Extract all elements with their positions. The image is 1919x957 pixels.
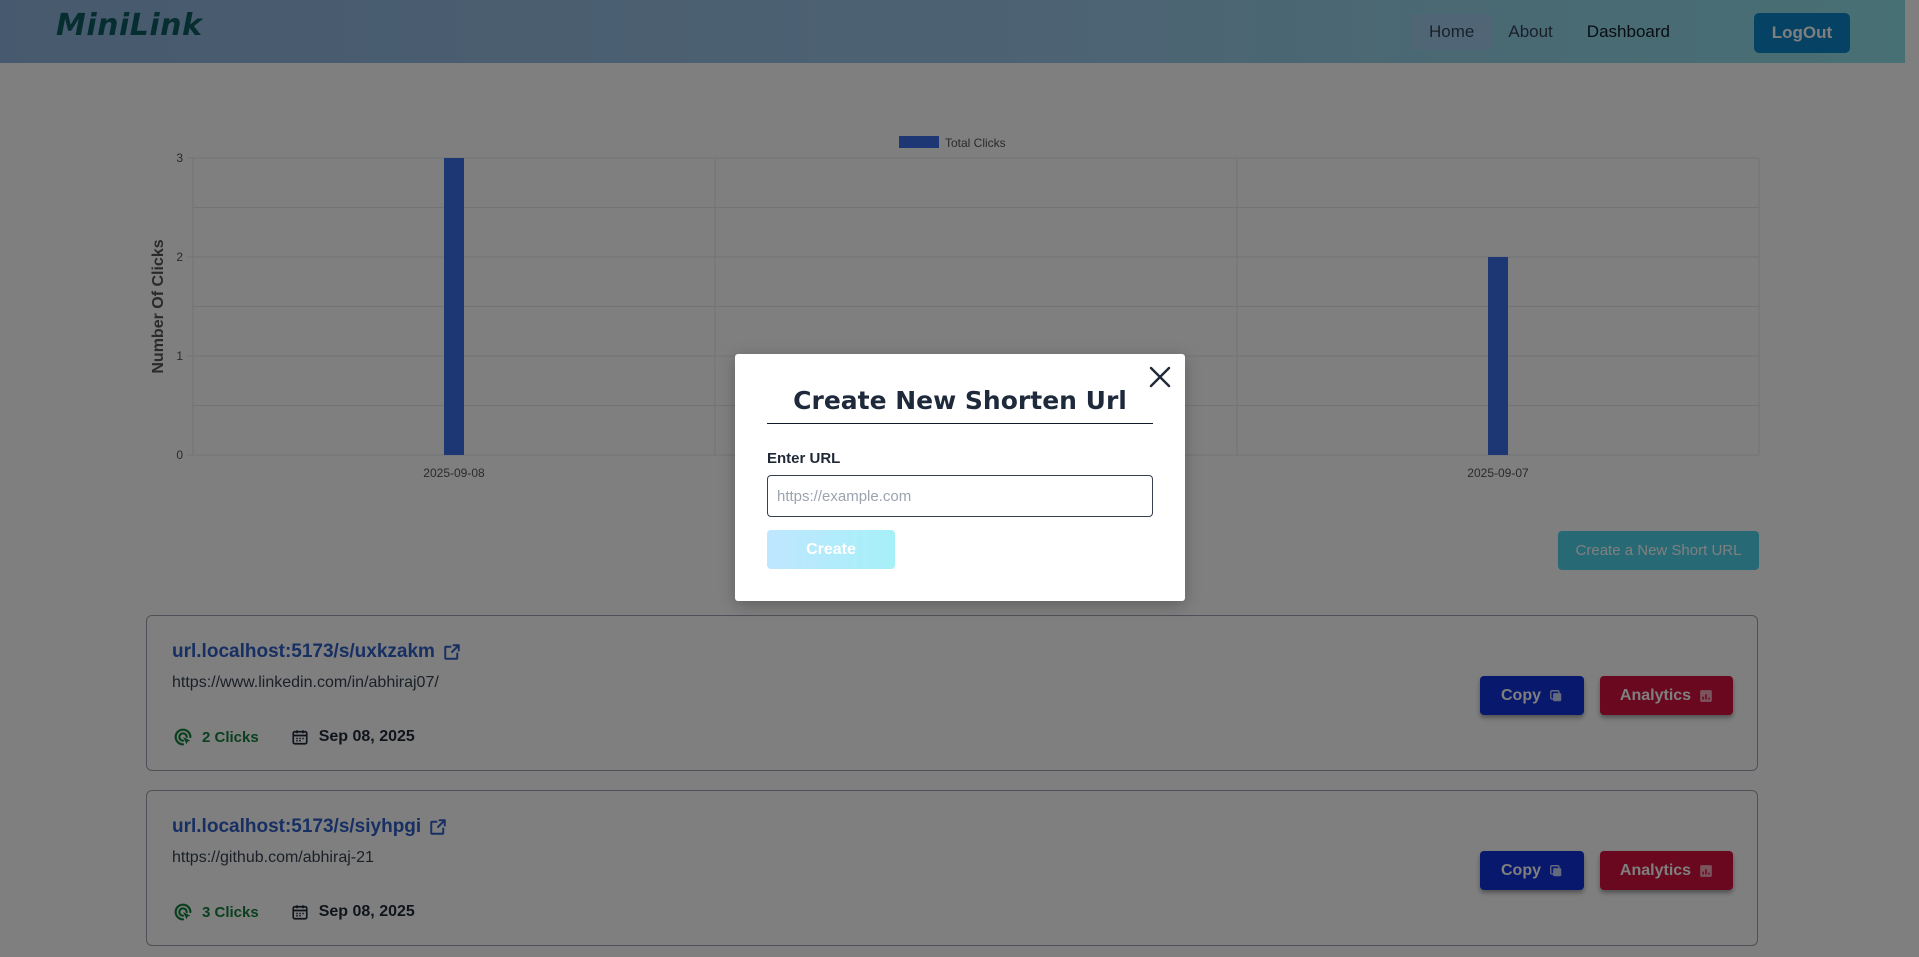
modal-title: Create New Shorten Url — [767, 386, 1153, 424]
url-input[interactable] — [767, 475, 1153, 517]
create-button[interactable]: Create — [767, 530, 895, 569]
create-url-modal: Create New Shorten Url Enter URL Create — [735, 354, 1185, 601]
url-field-label: Enter URL — [767, 450, 841, 467]
